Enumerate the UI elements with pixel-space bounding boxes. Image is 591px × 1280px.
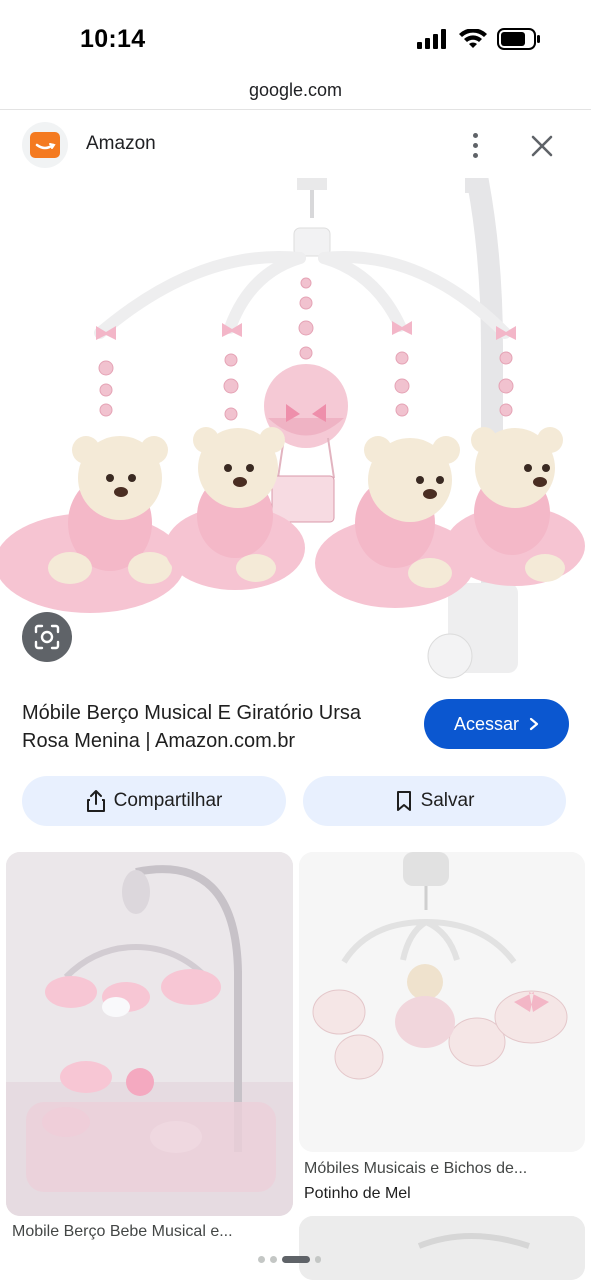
status-bar: 10:14 (0, 0, 591, 72)
url-bar[interactable]: google.com (0, 72, 591, 110)
lens-search-button[interactable] (22, 612, 72, 662)
bookmark-icon (396, 791, 411, 811)
result-title[interactable]: Móbile Berço Musical E Giratório Ursa Ro… (22, 699, 402, 755)
close-icon[interactable] (526, 130, 558, 162)
status-icons (417, 28, 541, 50)
related-caption[interactable]: Mobile Berço Bebe Musical e... (12, 1223, 292, 1241)
signal-icon (417, 29, 446, 49)
visit-button-label: Acessar (453, 713, 520, 734)
related-source: Potinho de Mel (304, 1185, 411, 1202)
related-image (299, 1216, 585, 1280)
related-caption[interactable]: Móbiles Musicais e Bichos de... (304, 1160, 582, 1178)
related-image (6, 852, 293, 1216)
save-button-label: Salvar (420, 790, 475, 811)
source-favicon[interactable] (22, 122, 68, 168)
source-name[interactable]: Amazon (86, 133, 156, 155)
source-header: Amazon (0, 112, 591, 176)
share-icon (86, 790, 105, 812)
wifi-icon (459, 29, 487, 48)
related-image (299, 852, 585, 1152)
lens-icon (34, 624, 60, 650)
related-card[interactable] (6, 852, 293, 1216)
chevron-right-icon (529, 717, 539, 731)
battery-icon (497, 28, 540, 50)
amazon-smile-icon (30, 132, 60, 158)
visit-button[interactable]: Acessar (424, 699, 569, 749)
related-card[interactable] (299, 1216, 585, 1280)
url-domain: google.com (248, 80, 343, 100)
product-image[interactable] (0, 178, 591, 683)
related-card[interactable] (299, 852, 585, 1152)
status-time: 10:14 (80, 25, 146, 53)
page-indicator (258, 1256, 321, 1263)
share-button[interactable]: Compartilhar (22, 776, 286, 826)
crib-mobile-illustration (0, 178, 585, 679)
more-options-icon[interactable] (460, 128, 490, 162)
share-button-label: Compartilhar (113, 790, 223, 811)
save-button[interactable]: Salvar (303, 776, 566, 826)
